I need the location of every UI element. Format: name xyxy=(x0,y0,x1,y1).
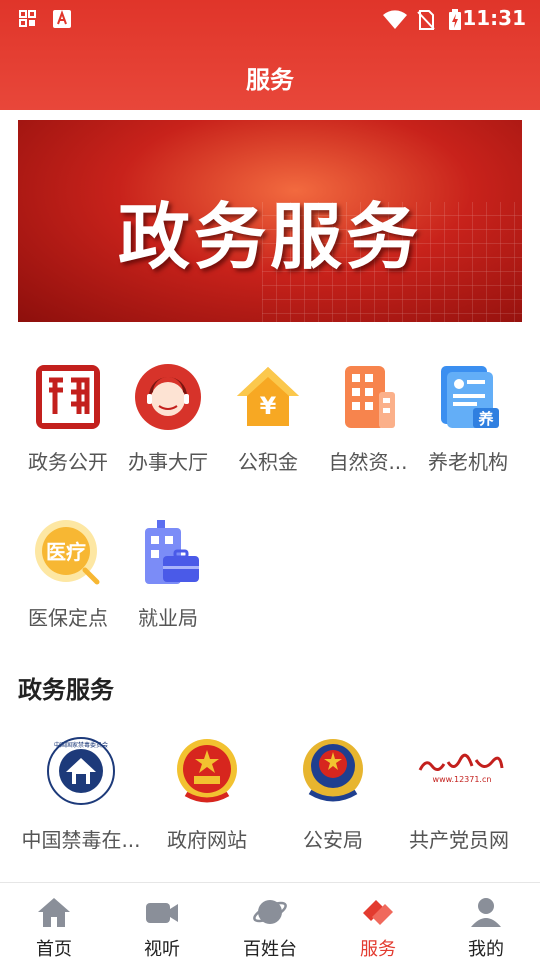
gov-label: 政府网站 xyxy=(167,828,247,852)
pension-doc-icon: 养 xyxy=(441,366,499,428)
service-label: 政务公开 xyxy=(28,450,108,474)
national-emblem-icon xyxy=(177,739,237,803)
service-label: 就业局 xyxy=(138,606,198,630)
service-item-ziran-ziyuan[interactable]: 自然资... xyxy=(318,362,418,475)
nav-item-home[interactable]: 首页 xyxy=(0,883,108,961)
gov-item-narcotics-control[interactable]: 中国国家禁毒委员会 中国禁毒在... xyxy=(16,736,146,853)
house-yuan-icon: ¥ xyxy=(237,367,299,426)
police-emblem-icon xyxy=(303,739,363,802)
section-title-gov-services: 政务服务 xyxy=(18,676,114,704)
planet-icon xyxy=(253,900,287,924)
app-notification-icon xyxy=(53,10,71,28)
nav-label: 我的 xyxy=(468,939,504,960)
briefcase-building-icon xyxy=(145,520,199,584)
svg-text:医疗: 医疗 xyxy=(46,540,86,564)
service-item-gongjijin[interactable]: ¥ 公积金 xyxy=(218,362,318,475)
svg-text:养: 养 xyxy=(477,410,494,428)
service-item-zhengwu-gongkai[interactable]: 政务公开 xyxy=(18,362,118,475)
user-icon xyxy=(471,898,501,927)
bottom-nav: 首页 视听 百姓台 服务 我的 xyxy=(0,882,540,961)
banner-text: 政务服务 xyxy=(117,195,422,279)
medical-insurance-icon: 医疗 xyxy=(35,520,100,585)
nav-item-community[interactable]: 百姓台 xyxy=(216,883,324,961)
service-label: 公积金 xyxy=(238,450,298,474)
service-label: 医保定点 xyxy=(28,606,108,630)
gov-label: 共产党员网 xyxy=(409,828,509,852)
page-title: 服务 xyxy=(246,66,294,94)
nav-label: 视听 xyxy=(144,939,180,960)
video-icon xyxy=(146,903,178,923)
party-site-url: www.12371.cn xyxy=(433,775,492,784)
nav-item-video[interactable]: 视听 xyxy=(108,883,216,961)
service-item-yanglao-jigou[interactable]: 养 养老机构 xyxy=(418,362,518,475)
building-icon xyxy=(345,366,395,428)
nav-item-service[interactable]: 服务 xyxy=(324,883,432,961)
party-member-logo-icon: www.12371.cn xyxy=(418,753,504,784)
top-bar: 11:31 服务 xyxy=(0,0,540,110)
service-label: 自然资... xyxy=(328,450,408,474)
gov-item-government-website[interactable]: 政府网站 xyxy=(142,736,272,853)
nav-label: 首页 xyxy=(36,939,72,960)
service-item-jiuyeju[interactable]: 就业局 xyxy=(118,518,218,631)
wifi-icon xyxy=(383,10,407,29)
home-icon xyxy=(38,898,70,927)
status-time: 11:31 xyxy=(462,6,526,30)
status-bar: 11:31 xyxy=(0,0,540,38)
gov-label: 中国禁毒在... xyxy=(21,828,141,852)
nav-item-profile[interactable]: 我的 xyxy=(432,883,540,961)
svg-text:¥: ¥ xyxy=(260,392,277,420)
seal-icon xyxy=(36,365,100,429)
gov-label: 公安局 xyxy=(303,828,363,852)
narcotics-emblem-name: 中国国家禁毒委员会 xyxy=(54,741,108,749)
nav-label: 服务 xyxy=(360,939,396,960)
nav-label: 百姓台 xyxy=(243,939,297,960)
service-item-yibao-dingdian[interactable]: 医疗 医保定点 xyxy=(18,518,118,631)
battery-charging-icon xyxy=(449,9,461,30)
gov-item-police-bureau[interactable]: 公安局 xyxy=(268,736,398,853)
banner-image[interactable]: 政务服务 xyxy=(18,120,522,322)
agent-icon xyxy=(135,364,201,430)
service-label: 养老机构 xyxy=(428,450,508,474)
service-hands-icon xyxy=(363,900,393,925)
apps-icon xyxy=(19,10,36,27)
no-sim-icon xyxy=(417,10,435,30)
service-item-banshi-dating[interactable]: 办事大厅 xyxy=(118,362,218,475)
narcotics-control-emblem-icon: 中国国家禁毒委员会 xyxy=(47,737,115,805)
service-label: 办事大厅 xyxy=(128,450,208,474)
gov-item-party-member-website[interactable]: www.12371.cn 共产党员网 xyxy=(394,736,524,853)
